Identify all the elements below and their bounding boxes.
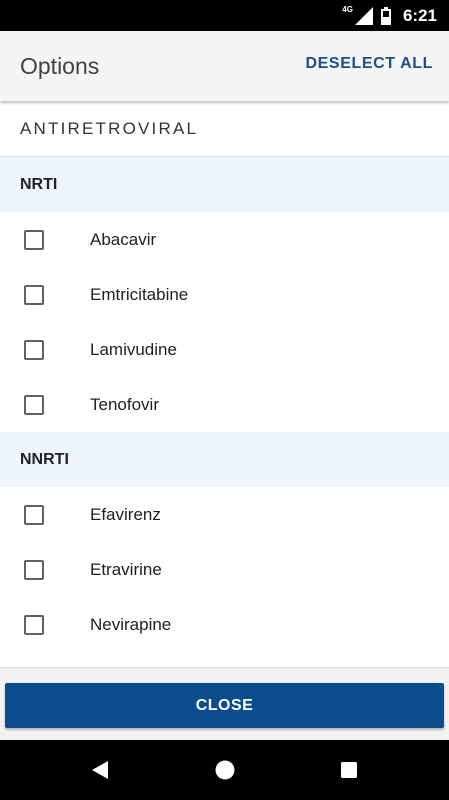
home-icon: [215, 760, 235, 780]
checkbox[interactable]: [24, 615, 44, 635]
checkbox[interactable]: [24, 340, 44, 360]
status-clock: 6:21: [402, 5, 437, 25]
option-label: Abacavir: [90, 230, 157, 249]
home-button[interactable]: [195, 740, 255, 800]
status-bar: 4G 6:21: [0, 0, 449, 31]
app-bar: Options DESELECT ALL: [0, 31, 449, 101]
checkbox[interactable]: [24, 395, 44, 415]
option-label: Etravirine: [90, 560, 162, 579]
option-label: Nevirapine: [90, 615, 172, 634]
section-header: ANTIRETROVIRAL: [0, 101, 449, 157]
page-title: Options: [20, 53, 100, 79]
option-label: Lamivudine: [90, 340, 177, 359]
option-lamivudine[interactable]: Lamivudine: [0, 322, 449, 377]
deselect-all-button[interactable]: DESELECT ALL: [306, 31, 434, 101]
option-emtricitabine[interactable]: Emtricitabine: [0, 267, 449, 322]
recents-button[interactable]: [319, 740, 379, 800]
group-header-nrti: NRTI: [0, 157, 449, 212]
group-header-nnrti: NNRTI: [0, 432, 449, 487]
option-efavirenz[interactable]: Efavirenz: [0, 487, 449, 542]
option-etravirine[interactable]: Etravirine: [0, 542, 449, 597]
network-type-label: 4G: [342, 5, 353, 14]
checkbox[interactable]: [24, 230, 44, 250]
checkbox[interactable]: [24, 560, 44, 580]
option-label: Emtricitabine: [90, 285, 189, 304]
back-button[interactable]: [70, 740, 130, 800]
option-label: Tenofovir: [90, 395, 159, 414]
footer: CLOSE: [0, 667, 449, 741]
options-list[interactable]: ANTIRETROVIRAL NRTI Abacavir Emtricitabi…: [0, 101, 449, 667]
status-icons: 4G 6:21: [342, 0, 437, 31]
option-label: Efavirenz: [90, 505, 161, 524]
battery-icon: [380, 6, 391, 25]
option-abacavir[interactable]: Abacavir: [0, 212, 449, 267]
option-tenofovir[interactable]: Tenofovir: [0, 377, 449, 432]
recents-icon: [341, 762, 357, 778]
checkbox[interactable]: [24, 505, 44, 525]
checkbox[interactable]: [24, 285, 44, 305]
back-icon: [92, 761, 108, 779]
system-nav-bar: [0, 740, 449, 800]
option-nevirapine[interactable]: Nevirapine: [0, 597, 449, 652]
signal-icon: [354, 6, 373, 25]
close-button[interactable]: CLOSE: [5, 683, 444, 728]
